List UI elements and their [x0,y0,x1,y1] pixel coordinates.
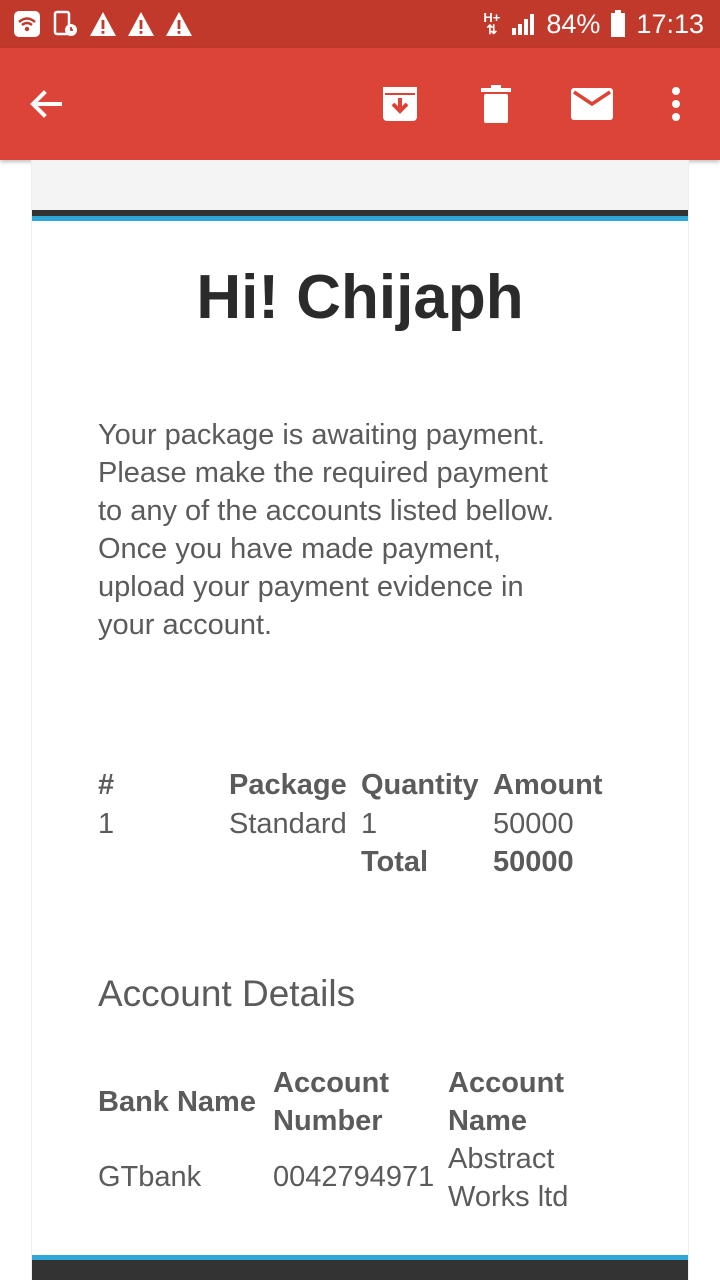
arrow-back-icon [30,90,62,118]
warning-icon [164,9,194,39]
notification-icons [12,8,194,40]
wifi-icon [12,9,42,39]
battery-icon [611,10,626,37]
overflow-menu-button[interactable] [648,76,704,132]
column-header-bank-name: Bank Name [98,1086,256,1118]
body-line: Once you have made payment, [98,533,502,565]
delete-button[interactable] [468,76,524,132]
mail-icon [571,88,613,120]
cell-quantity: 1 [361,808,378,840]
email-content: Hi! Chijaph Your package is awaiting pay… [31,160,689,1280]
archive-icon [383,87,417,121]
column-header-account-name: Account [448,1067,564,1099]
more-vert-icon [672,87,680,121]
archive-button[interactable] [372,76,428,132]
total-label: Total [361,846,429,878]
status-bar: H+ ⇅ 84% 17:13 [0,0,720,48]
trash-icon [481,85,511,123]
column-header-account-number: Number [273,1105,383,1137]
cell-package: Standard [229,808,347,840]
account-details-title: Account Details [98,973,356,1014]
email-footer-band [32,1260,688,1280]
body-line: to any of the accounts listed bellow. [98,495,555,527]
clock: 17:13 [636,8,704,39]
warning-icon [88,9,118,39]
cell-account-name: Abstract [448,1143,555,1175]
warning-icon [126,9,156,39]
app-bar [0,48,720,160]
back-button[interactable] [18,76,74,132]
network-type: H+ ⇅ [483,10,501,37]
email-header-band [32,160,688,210]
mark-unread-button[interactable] [564,76,620,132]
screen-timer-icon [50,9,80,39]
column-header-number: # [98,769,115,801]
system-status: H+ ⇅ 84% 17:13 [483,0,704,48]
column-header-quantity: Quantity [361,769,479,801]
message-body: Your package is awaiting payment. Please… [98,416,628,644]
greeting-heading: Hi! Chijaph [196,263,524,332]
battery-percent: 84% [546,8,601,39]
total-value: 50000 [493,846,574,878]
column-header-amount: Amount [493,769,603,801]
cell-number: 1 [98,808,115,840]
cell-account-name: Works ltd [448,1181,569,1213]
column-header-package: Package [229,769,347,801]
body-line: Please make the required payment [98,457,548,489]
body-line: your account. [98,609,273,641]
column-header-account-name: Name [448,1105,527,1137]
signal-icon [512,14,535,35]
cell-bank-name: GTbank [98,1161,202,1193]
accent-divider [32,216,688,221]
cell-amount: 50000 [493,808,574,840]
cell-account-number: 0042794971 [273,1161,435,1193]
body-line: upload your payment evidence in [98,571,524,603]
body-line: Your package is awaiting payment. [98,419,546,451]
column-header-account-number: Account [273,1067,389,1099]
